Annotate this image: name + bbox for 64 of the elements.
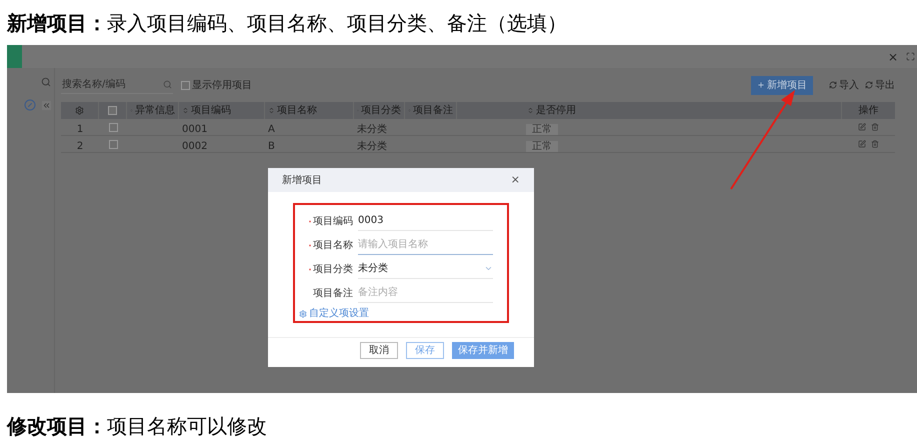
checkbox[interactable] xyxy=(108,140,118,148)
save-button[interactable]: 保存 xyxy=(406,342,444,359)
add-button[interactable]: 新增项目 xyxy=(751,76,813,94)
custom-settings-link[interactable]: 自定义项设置 xyxy=(299,306,493,321)
close-button[interactable]: × xyxy=(888,48,898,66)
table-cell: 0002 xyxy=(182,141,208,152)
table-cell: 未分类 xyxy=(357,141,387,152)
delete-icon[interactable] xyxy=(871,123,879,131)
dialog-title: 新增项目 xyxy=(282,174,322,188)
column-header: 操作 xyxy=(858,104,878,118)
input-field[interactable]: 0003 xyxy=(358,212,493,230)
settings-icon[interactable] xyxy=(75,106,84,115)
table-cell: 未分类 xyxy=(357,124,387,135)
refresh-icon xyxy=(829,81,837,89)
input-field[interactable]: 备注内容 xyxy=(358,284,493,302)
gear-icon xyxy=(299,310,307,318)
field-label: 项目编码 xyxy=(313,214,353,228)
close-button[interactable]: × xyxy=(510,172,520,188)
checkbox[interactable] xyxy=(108,122,118,132)
toolbar-link[interactable]: 导入 xyxy=(829,78,859,92)
field-label: 项目名称 xyxy=(313,238,353,252)
caption-title: 修改项目： xyxy=(7,412,107,440)
maximize-icon[interactable] xyxy=(906,52,915,61)
edit-icon[interactable] xyxy=(858,123,866,131)
search-icon[interactable] xyxy=(41,77,51,87)
category-select[interactable]: 未分类 xyxy=(358,260,493,278)
toolbar-link[interactable]: 导出 xyxy=(865,78,895,92)
search-field[interactable]: 搜索名称/编码 xyxy=(61,76,173,94)
status-tag: 正常 xyxy=(526,124,558,135)
caption-title: 新增项目： xyxy=(7,10,107,36)
caption-text: 录入项目编码、项目名称、项目分类、备注（选填） xyxy=(107,10,567,36)
sort-icon[interactable] xyxy=(182,107,189,114)
input-field[interactable]: 请输入项目名称 xyxy=(358,236,493,254)
plus-icon xyxy=(757,81,765,89)
status-tag: 正常 xyxy=(526,141,558,152)
checkbox[interactable] xyxy=(108,106,117,115)
field-label: 项目分类 xyxy=(313,262,353,276)
table-cell: 0001 xyxy=(182,124,208,135)
edit-icon[interactable] xyxy=(858,140,866,148)
row-number: 2 xyxy=(76,141,84,152)
checkbox-label: 显示停用项目 xyxy=(192,78,252,92)
column-header[interactable]: 项目备注 xyxy=(413,103,453,118)
table-cell: B xyxy=(268,141,275,152)
column-header[interactable]: 项目分类 xyxy=(361,103,401,118)
column-header[interactable]: 项目名称 xyxy=(277,103,317,118)
field-label: 项目备注 xyxy=(313,286,353,300)
checkbox[interactable] xyxy=(181,80,190,90)
row-number: 1 xyxy=(76,124,84,135)
collapse-icon[interactable] xyxy=(42,100,51,110)
caption-text: 项目名称可以修改 xyxy=(107,412,267,440)
sort-icon[interactable] xyxy=(268,107,275,114)
search-icon[interactable] xyxy=(163,80,172,89)
column-header[interactable]: 异常信息 xyxy=(135,103,175,118)
refresh-icon xyxy=(865,81,873,89)
column-header[interactable]: 是否停用 xyxy=(536,103,576,118)
cancel-button[interactable]: 取消 xyxy=(360,342,398,359)
table-cell: A xyxy=(268,124,275,135)
sort-icon[interactable] xyxy=(527,107,534,114)
column-header[interactable]: 项目编码 xyxy=(191,103,231,118)
circle-icon[interactable] xyxy=(24,99,36,111)
chevron-down-icon[interactable] xyxy=(484,264,493,273)
app-tab[interactable] xyxy=(7,45,22,68)
save-and-new-button[interactable]: 保存并新增 xyxy=(452,342,514,359)
delete-icon[interactable] xyxy=(871,140,879,148)
